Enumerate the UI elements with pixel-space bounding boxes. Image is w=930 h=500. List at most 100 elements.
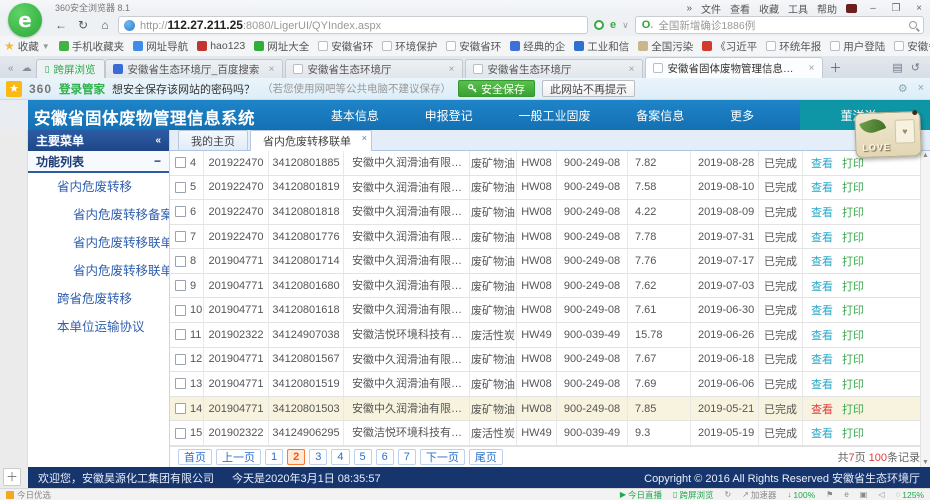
tab-list-icon[interactable]: ▤ bbox=[892, 61, 902, 74]
search-icon[interactable] bbox=[909, 21, 917, 29]
page-button-3[interactable]: 3 bbox=[309, 449, 327, 465]
row-checkbox[interactable] bbox=[175, 378, 186, 389]
bookmark-item[interactable]: 安徽省环 bbox=[318, 39, 373, 54]
reopen-tab-icon[interactable]: ↺ bbox=[911, 61, 920, 74]
menubar-item-工具[interactable]: 工具 bbox=[788, 1, 808, 16]
tab-close-icon[interactable]: × bbox=[629, 64, 635, 75]
bookmark-item[interactable]: 安徽省重 bbox=[894, 39, 930, 54]
statusbar-item[interactable]: e bbox=[844, 490, 848, 499]
tab-close-icon[interactable]: × bbox=[362, 133, 367, 143]
collapse-sidebar-icon[interactable]: « bbox=[155, 135, 161, 146]
bookmark-item[interactable]: 经典的企 bbox=[510, 39, 565, 54]
view-link[interactable]: 查看 bbox=[811, 425, 833, 441]
view-link[interactable]: 查看 bbox=[811, 327, 833, 343]
statusbar-item-加速器[interactable]: ↗加速器 bbox=[742, 489, 776, 500]
bookmark-item[interactable]: 环境保护 bbox=[382, 39, 437, 54]
dismiss-site-button[interactable]: 此网站不再提示 bbox=[542, 80, 635, 97]
bookmark-item[interactable]: 手机收藏夹 bbox=[59, 39, 125, 54]
row-checkbox[interactable] bbox=[175, 403, 186, 414]
content-tab[interactable]: 我的主页 bbox=[178, 130, 248, 150]
statusbar-item-跨屏浏览[interactable]: ▯跨屏浏览 bbox=[673, 489, 713, 500]
row-checkbox[interactable] bbox=[175, 329, 186, 340]
print-link[interactable]: 打印 bbox=[842, 253, 864, 269]
print-link[interactable]: 打印 bbox=[842, 351, 864, 367]
print-link[interactable]: 打印 bbox=[842, 327, 864, 343]
statusbar-item[interactable]: ↻ bbox=[724, 490, 731, 499]
bookmark-item[interactable]: 网址导航 bbox=[133, 39, 188, 54]
view-link[interactable]: 查看 bbox=[811, 401, 833, 417]
url-text[interactable]: http://112.27.211.25:8080/LigerUI/QYInde… bbox=[140, 18, 381, 32]
table-scrollbar[interactable]: ▲ ▼ bbox=[920, 151, 930, 467]
menubar-item-查看[interactable]: 查看 bbox=[730, 1, 750, 16]
scroll-down-icon[interactable]: ▼ bbox=[922, 459, 929, 466]
bookmark-item[interactable]: 安徽省环 bbox=[446, 39, 501, 54]
view-link[interactable]: 查看 bbox=[811, 229, 833, 245]
app-nav-item-更多[interactable]: 更多 bbox=[730, 107, 754, 124]
statusbar-item[interactable]: ◁ bbox=[878, 490, 884, 499]
menu-chevron-icon[interactable]: » bbox=[686, 3, 692, 14]
app-nav-item-基本信息[interactable]: 基本信息 bbox=[331, 107, 379, 124]
row-checkbox[interactable] bbox=[175, 231, 186, 242]
row-checkbox[interactable] bbox=[175, 305, 186, 316]
content-tab[interactable]: 省内危废转移联单× bbox=[250, 130, 372, 151]
save-password-button[interactable]: 安全保存 bbox=[458, 80, 535, 97]
page-button-2[interactable]: 2 bbox=[287, 449, 305, 465]
view-link[interactable]: 查看 bbox=[811, 253, 833, 269]
gear-icon[interactable]: ⚙ bbox=[898, 82, 908, 95]
browser-tab[interactable]: 安徽省固体废物管理信息系统× bbox=[645, 57, 823, 78]
page-button-7[interactable]: 7 bbox=[398, 449, 416, 465]
sidebar-group-function-list[interactable]: 功能列表 − bbox=[28, 151, 169, 173]
page-button-5[interactable]: 5 bbox=[354, 449, 372, 465]
menubar-item-文件[interactable]: 文件 bbox=[701, 1, 721, 16]
statusbar-item-100%[interactable]: ↓100% bbox=[787, 490, 815, 500]
bookmark-item[interactable]: 环统年报 bbox=[766, 39, 821, 54]
print-link[interactable]: 打印 bbox=[842, 425, 864, 441]
daily-picks-button[interactable]: 今日优选 bbox=[6, 489, 51, 500]
menubar-item-收藏[interactable]: 收藏 bbox=[759, 1, 779, 16]
row-checkbox[interactable] bbox=[175, 157, 186, 168]
cloud-sync-icon[interactable]: ☁ bbox=[18, 63, 36, 78]
print-link[interactable]: 打印 bbox=[842, 278, 864, 294]
page-button-6[interactable]: 6 bbox=[376, 449, 394, 465]
print-link[interactable]: 打印 bbox=[842, 302, 864, 318]
tab-close-icon[interactable]: × bbox=[809, 63, 815, 74]
page-button-下一页[interactable]: 下一页 bbox=[420, 449, 465, 465]
compat-mode-icon[interactable]: e bbox=[610, 19, 616, 31]
print-link[interactable]: 打印 bbox=[842, 179, 864, 195]
scroll-up-icon[interactable]: ▲ bbox=[922, 152, 929, 159]
page-button-首页[interactable]: 首页 bbox=[178, 449, 212, 465]
row-checkbox[interactable] bbox=[175, 182, 186, 193]
refresh-button[interactable]: ↻ bbox=[74, 17, 92, 34]
new-tab-button[interactable]: ＋ bbox=[825, 60, 847, 78]
close-notification-icon[interactable]: × bbox=[918, 82, 924, 95]
tab-close-icon[interactable]: × bbox=[269, 64, 275, 75]
view-link[interactable]: 查看 bbox=[811, 302, 833, 318]
minimize-button[interactable]: – bbox=[866, 3, 880, 14]
collapse-group-icon[interactable]: − bbox=[154, 154, 161, 168]
home-button[interactable]: ⌂ bbox=[96, 17, 114, 34]
page-button-1[interactable]: 1 bbox=[265, 449, 283, 465]
back-button[interactable]: ← bbox=[52, 17, 70, 34]
view-link[interactable]: 查看 bbox=[811, 179, 833, 195]
search-input[interactable]: 全国新增确诊1886例 bbox=[658, 18, 904, 33]
row-checkbox[interactable] bbox=[175, 428, 186, 439]
chevron-down-icon[interactable]: ∨ bbox=[622, 20, 629, 31]
address-bar[interactable]: http://112.27.211.25:8080/LigerUI/QYInde… bbox=[118, 16, 588, 34]
sidebar-item[interactable]: 本单位运输协议 bbox=[28, 313, 169, 341]
app-nav-item-申报登记[interactable]: 申报登记 bbox=[425, 107, 473, 124]
statusbar-item-125%[interactable]: ◌125% bbox=[895, 490, 924, 500]
print-link[interactable]: 打印 bbox=[842, 204, 864, 220]
user-avatar-icon[interactable] bbox=[846, 4, 857, 13]
bookmark-item[interactable]: 用户登陆 bbox=[830, 39, 885, 54]
browser-360-logo-icon[interactable]: e bbox=[8, 3, 42, 37]
bookmark-item[interactable]: 全国污染 bbox=[638, 39, 693, 54]
bookmark-item[interactable]: 工业和信 bbox=[574, 39, 629, 54]
sidebar-item[interactable]: 省内危废转移联单 bbox=[28, 229, 169, 257]
row-checkbox[interactable] bbox=[175, 256, 186, 267]
page-button-上一页[interactable]: 上一页 bbox=[216, 449, 261, 465]
statusbar-item[interactable]: ▣ bbox=[860, 490, 868, 499]
view-link[interactable]: 查看 bbox=[811, 155, 833, 171]
page-button-尾页[interactable]: 尾页 bbox=[469, 449, 503, 465]
sidebar-add-button[interactable]: ＋ bbox=[3, 468, 21, 486]
search-box[interactable]: O. 全国新增确诊1886例 bbox=[635, 16, 924, 34]
